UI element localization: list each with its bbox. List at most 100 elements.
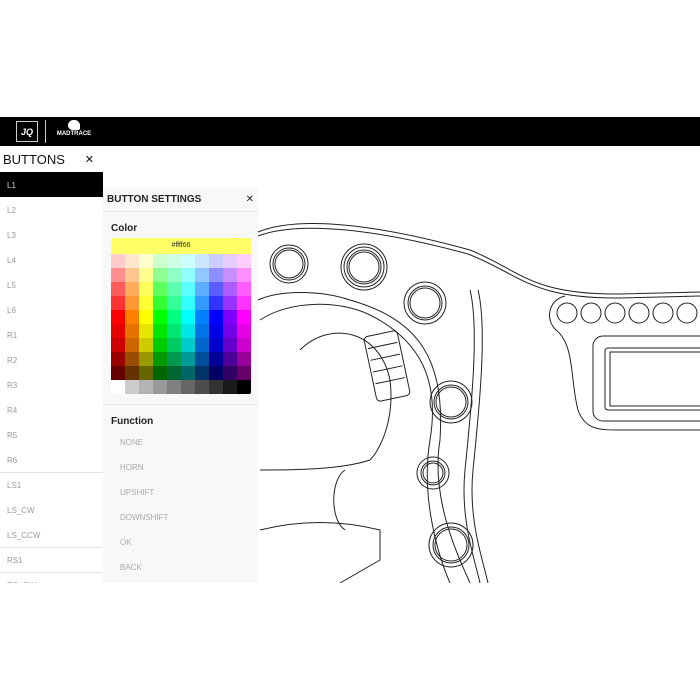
gray-swatch[interactable] <box>111 380 125 394</box>
color-swatch[interactable] <box>125 366 139 380</box>
color-swatch[interactable] <box>125 254 139 268</box>
color-swatch[interactable] <box>195 324 209 338</box>
gray-swatch[interactable] <box>125 380 139 394</box>
color-swatch[interactable] <box>223 296 237 310</box>
color-swatch[interactable] <box>111 254 125 268</box>
color-swatch[interactable] <box>181 366 195 380</box>
button-l3[interactable] <box>403 281 447 325</box>
color-swatch[interactable] <box>181 338 195 352</box>
color-swatch[interactable] <box>125 310 139 324</box>
color-swatch[interactable] <box>209 310 223 324</box>
button-list-item[interactable]: L2 <box>0 197 103 222</box>
color-swatch[interactable] <box>111 324 125 338</box>
color-swatch[interactable] <box>125 338 139 352</box>
color-swatch[interactable] <box>111 296 125 310</box>
color-swatch[interactable] <box>125 352 139 366</box>
color-swatch[interactable] <box>167 366 181 380</box>
button-list-item[interactable]: L5 <box>0 272 103 297</box>
gray-swatch[interactable] <box>237 380 251 394</box>
function-option[interactable]: BACK <box>103 555 258 580</box>
color-swatch[interactable] <box>181 352 195 366</box>
color-swatch[interactable] <box>223 338 237 352</box>
color-swatch[interactable] <box>209 268 223 282</box>
color-swatch[interactable] <box>237 296 251 310</box>
selected-color-value[interactable]: #ffff66 <box>111 238 251 254</box>
color-swatch[interactable] <box>209 366 223 380</box>
color-swatch[interactable] <box>111 338 125 352</box>
color-swatch[interactable] <box>237 268 251 282</box>
color-swatch[interactable] <box>111 282 125 296</box>
color-swatch[interactable] <box>167 282 181 296</box>
color-swatch[interactable] <box>139 254 153 268</box>
color-swatch[interactable] <box>209 254 223 268</box>
button-list-item[interactable]: RS1 <box>0 547 103 572</box>
button-list-item[interactable]: R5 <box>0 422 103 447</box>
color-swatch[interactable] <box>139 338 153 352</box>
gray-swatch[interactable] <box>153 380 167 394</box>
color-swatch[interactable] <box>111 268 125 282</box>
button-l5[interactable] <box>428 522 474 568</box>
color-swatch[interactable] <box>195 254 209 268</box>
color-swatch[interactable] <box>195 366 209 380</box>
color-swatch[interactable] <box>111 366 125 380</box>
button-list-item[interactable]: LS1 <box>0 472 103 497</box>
color-swatch[interactable] <box>223 366 237 380</box>
color-swatch[interactable] <box>223 310 237 324</box>
color-swatch[interactable] <box>125 282 139 296</box>
gray-swatch[interactable] <box>195 380 209 394</box>
color-swatch[interactable] <box>153 324 167 338</box>
color-swatch[interactable] <box>181 310 195 324</box>
color-swatch[interactable] <box>139 366 153 380</box>
color-swatch[interactable] <box>167 352 181 366</box>
color-swatch[interactable] <box>237 338 251 352</box>
color-swatch[interactable] <box>167 338 181 352</box>
function-option[interactable]: NONE <box>103 430 258 455</box>
color-swatch[interactable] <box>153 366 167 380</box>
color-swatch[interactable] <box>223 268 237 282</box>
color-swatch[interactable] <box>195 296 209 310</box>
button-l4[interactable] <box>429 380 473 424</box>
color-swatch[interactable] <box>111 310 125 324</box>
button-list-item[interactable]: LS_CW <box>0 497 103 522</box>
color-swatch[interactable] <box>167 296 181 310</box>
button-list-item[interactable]: RS_CW <box>0 572 103 583</box>
button-list-item[interactable]: R2 <box>0 347 103 372</box>
color-swatch[interactable] <box>237 254 251 268</box>
rotary-encoder[interactable] <box>416 456 450 490</box>
gray-swatch[interactable] <box>167 380 181 394</box>
color-swatch[interactable] <box>209 352 223 366</box>
color-swatch[interactable] <box>237 324 251 338</box>
color-swatch[interactable] <box>181 254 195 268</box>
color-swatch[interactable] <box>209 296 223 310</box>
color-swatch[interactable] <box>209 282 223 296</box>
color-swatch[interactable] <box>139 352 153 366</box>
button-list-item[interactable]: LS_CCW <box>0 522 103 547</box>
color-swatch[interactable] <box>153 352 167 366</box>
color-swatch[interactable] <box>237 282 251 296</box>
color-swatch[interactable] <box>139 282 153 296</box>
color-swatch[interactable] <box>167 268 181 282</box>
close-buttons-panel-icon[interactable]: ✕ <box>85 153 94 166</box>
color-swatch[interactable] <box>125 268 139 282</box>
button-list-item[interactable]: L3 <box>0 222 103 247</box>
function-option[interactable]: OK <box>103 530 258 555</box>
color-swatch[interactable] <box>153 296 167 310</box>
color-swatch[interactable] <box>223 352 237 366</box>
button-list-item[interactable]: R1 <box>0 322 103 347</box>
color-swatch[interactable] <box>139 324 153 338</box>
color-swatch[interactable] <box>209 324 223 338</box>
function-option[interactable]: HORN <box>103 455 258 480</box>
button-list-item[interactable]: L4 <box>0 247 103 272</box>
color-swatch[interactable] <box>181 282 195 296</box>
color-swatch[interactable] <box>195 338 209 352</box>
button-list-item[interactable]: L6 <box>0 297 103 322</box>
button-list-item[interactable]: R3 <box>0 372 103 397</box>
color-swatch[interactable] <box>195 268 209 282</box>
color-swatch[interactable] <box>153 268 167 282</box>
gray-swatch[interactable] <box>139 380 153 394</box>
button-list-item[interactable]: L1 <box>0 172 103 197</box>
color-swatch[interactable] <box>153 310 167 324</box>
color-swatch[interactable] <box>223 324 237 338</box>
color-swatch[interactable] <box>209 338 223 352</box>
color-swatch[interactable] <box>153 254 167 268</box>
